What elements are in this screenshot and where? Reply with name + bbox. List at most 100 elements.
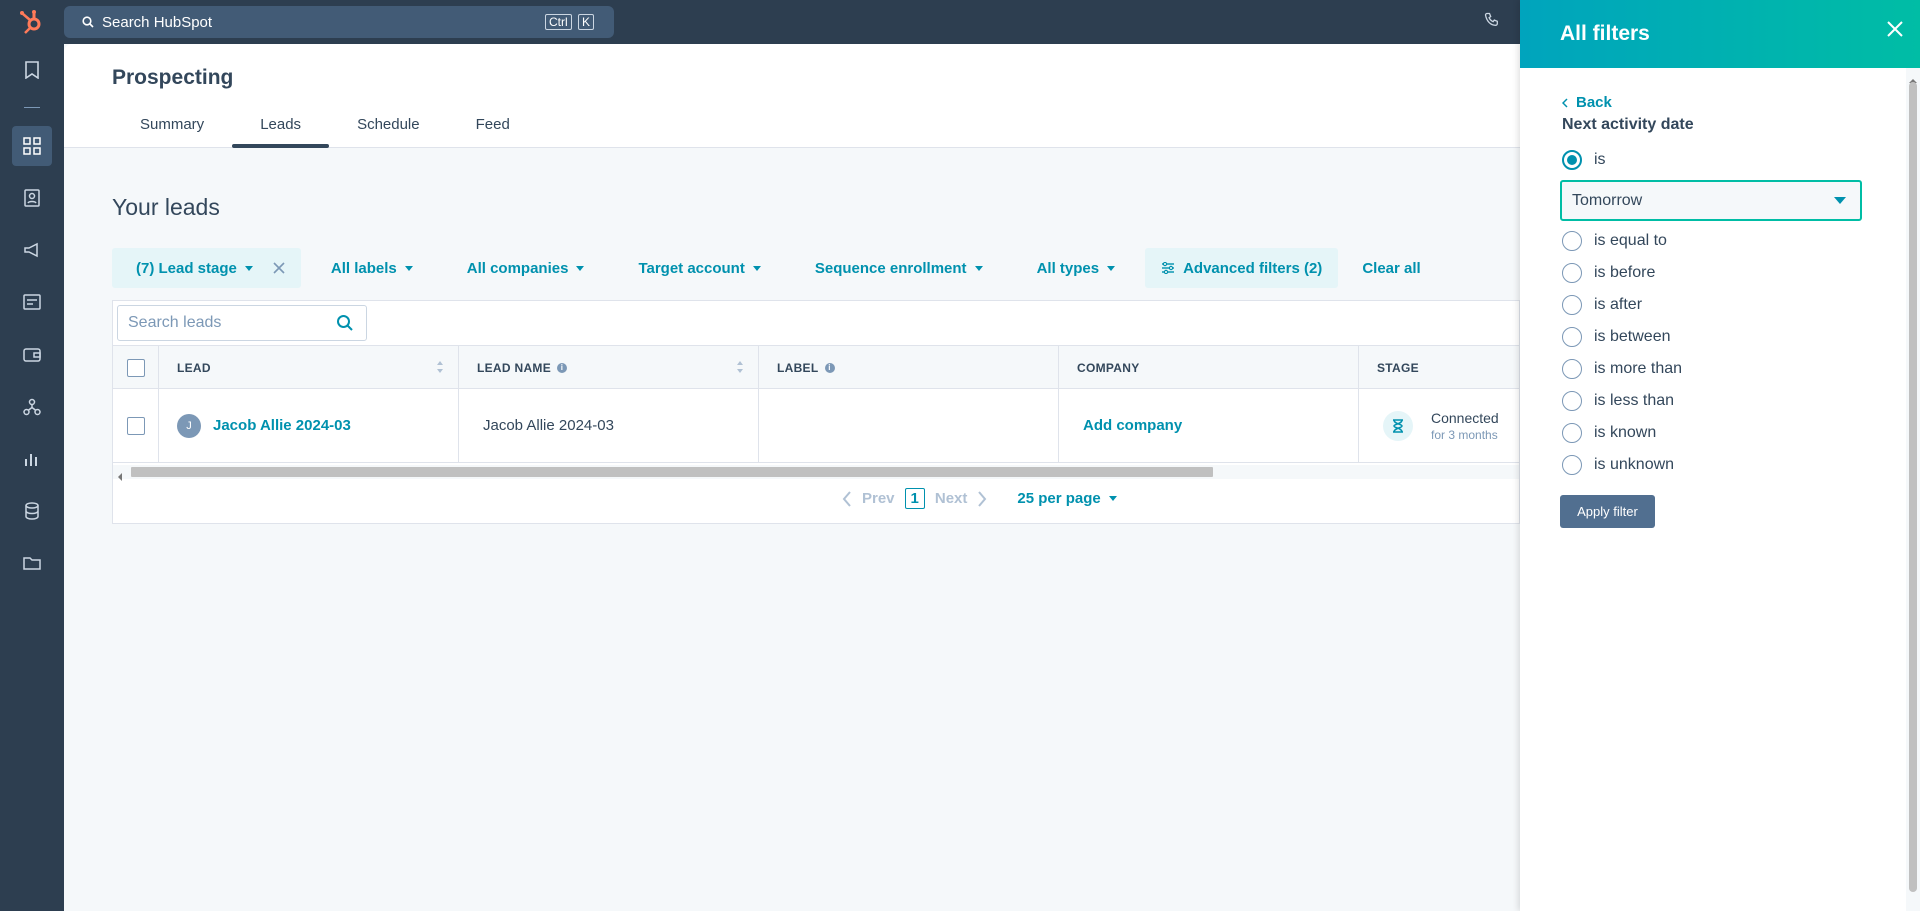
column-header-label[interactable]: LABEL i <box>759 346 1059 389</box>
types-filter[interactable]: All types <box>1021 248 1132 288</box>
option-is-less-than-label: is less than <box>1594 392 1675 409</box>
chevron-left-icon <box>1562 97 1568 108</box>
next-page-button[interactable]: Next <box>935 490 968 507</box>
current-page[interactable]: 1 <box>904 488 925 509</box>
caret-down-icon <box>576 265 585 271</box>
page-title: Prospecting <box>112 66 234 89</box>
column-header-lead-name[interactable]: LEAD NAME i <box>459 346 759 389</box>
left-nav <box>0 0 64 911</box>
scroll-left-icon[interactable] <box>117 468 123 486</box>
horizontal-scrollbar[interactable] <box>113 465 1519 481</box>
select-all-checkbox[interactable] <box>127 358 145 377</box>
sequence-filter-label: Sequence enrollment <box>814 259 967 277</box>
table-row[interactable]: J Jacob Allie 2024-03 Jacob Allie 2024-0… <box>113 389 1519 463</box>
all-filters-panel: All filters Back Next activity date is T… <box>1520 0 1920 911</box>
option-is-known-label: is known <box>1594 424 1657 441</box>
tab-leads[interactable]: Leads <box>232 112 329 148</box>
panel-scrollbar[interactable] <box>1906 68 1920 911</box>
clear-all-button[interactable]: Clear all <box>1346 248 1436 288</box>
lead-stage-filter-label: (7) Lead stage <box>136 259 237 277</box>
option-is-after[interactable]: is after <box>1562 295 1642 315</box>
info-icon[interactable]: i <box>824 362 835 373</box>
chevron-right-icon <box>977 490 987 507</box>
column-stage-label: STAGE <box>1377 360 1419 375</box>
target-account-filter[interactable]: Target account <box>622 248 776 288</box>
per-page-label: 25 per page <box>1017 490 1101 507</box>
apply-filter-button[interactable]: Apply filter <box>1560 495 1655 528</box>
content-icon[interactable] <box>20 290 44 314</box>
option-is-between[interactable]: is between <box>1562 327 1671 347</box>
close-icon[interactable] <box>1886 20 1904 43</box>
panel-scroll-thumb[interactable] <box>1909 82 1917 892</box>
sort-icon[interactable] <box>436 360 444 374</box>
option-is-before[interactable]: is before <box>1562 263 1655 283</box>
lead-link[interactable]: Jacob Allie 2024-03 <box>213 417 351 434</box>
search-icon <box>82 16 94 28</box>
tab-schedule[interactable]: Schedule <box>329 112 448 148</box>
info-icon[interactable]: i <box>557 362 568 373</box>
back-link[interactable]: Back <box>1562 94 1612 111</box>
back-label: Back <box>1576 94 1612 111</box>
search-leads-input[interactable]: Search leads <box>117 305 367 341</box>
radio-is-known[interactable] <box>1562 423 1582 443</box>
data-database-icon[interactable] <box>20 499 44 523</box>
library-folder-icon[interactable] <box>20 551 44 575</box>
radio-is-after[interactable] <box>1562 295 1582 315</box>
radio-is-less-than[interactable] <box>1562 391 1582 411</box>
row-checkbox[interactable] <box>127 416 145 435</box>
reports-chart-icon[interactable] <box>20 447 44 471</box>
page-header: Prospecting Summary Leads Schedule Feed <box>64 44 1520 148</box>
radio-is-between[interactable] <box>1562 327 1582 347</box>
tab-summary[interactable]: Summary <box>112 112 232 148</box>
search-icon[interactable] <box>336 314 354 337</box>
caret-down-icon <box>1107 265 1116 271</box>
labels-filter[interactable]: All labels <box>315 248 429 288</box>
column-header-company[interactable]: COMPANY <box>1059 346 1359 389</box>
prev-page-button[interactable]: Prev <box>862 490 895 507</box>
lead-stage-filter[interactable]: (7) Lead stage <box>112 248 301 288</box>
filter-bar: (7) Lead stage All labels All companies … <box>112 248 1459 288</box>
option-is-more-than[interactable]: is more than <box>1562 359 1682 379</box>
sequence-enrollment-filter[interactable]: Sequence enrollment <box>799 248 999 288</box>
option-is-known[interactable]: is known <box>1562 423 1656 443</box>
section-title: Your leads <box>112 194 220 220</box>
sort-icon[interactable] <box>736 360 744 374</box>
lead-cell: J Jacob Allie 2024-03 <box>159 389 459 462</box>
per-page-dropdown[interactable]: 25 per page <box>1017 490 1117 507</box>
global-search-input[interactable]: Search HubSpot Ctrl K <box>64 6 614 38</box>
dropdown-arrow-icon <box>1834 197 1846 204</box>
tab-feed[interactable]: Feed <box>448 112 538 148</box>
hubspot-logo-icon[interactable] <box>18 8 46 36</box>
caret-down-icon <box>752 265 761 271</box>
lead-name-cell: Jacob Allie 2024-03 <box>459 389 759 462</box>
bookmark-icon[interactable] <box>20 58 44 82</box>
add-company-link[interactable]: Add company <box>1083 417 1182 434</box>
option-is-more-than-label: is more than <box>1594 360 1683 377</box>
commerce-wallet-icon[interactable] <box>20 343 44 367</box>
column-header-stage[interactable]: STAGE <box>1359 346 1519 389</box>
clear-filter-x-icon[interactable] <box>273 262 285 274</box>
automation-icon[interactable] <box>20 395 44 419</box>
caret-down-icon <box>1108 496 1117 501</box>
nav-divider <box>24 107 40 108</box>
radio-is-more-than[interactable] <box>1562 359 1582 379</box>
radio-is-unknown[interactable] <box>1562 455 1582 475</box>
horizontal-scroll-thumb[interactable] <box>131 467 1213 477</box>
companies-filter[interactable]: All companies <box>451 248 601 288</box>
phone-icon[interactable] <box>1484 12 1500 33</box>
option-is-after-label: is after <box>1594 296 1643 313</box>
marketing-megaphone-icon[interactable] <box>20 238 44 262</box>
contacts-icon[interactable] <box>20 186 44 210</box>
column-header-lead[interactable]: LEAD <box>159 346 459 389</box>
option-is-equal-to[interactable]: is equal to <box>1562 231 1667 251</box>
option-is-unknown[interactable]: is unknown <box>1562 455 1674 475</box>
option-is-between-label: is between <box>1594 328 1671 345</box>
radio-is-before[interactable] <box>1562 263 1582 283</box>
option-is[interactable]: is <box>1562 150 1606 170</box>
advanced-filters-button[interactable]: Advanced filters (2) <box>1145 248 1339 288</box>
option-is-less-than[interactable]: is less than <box>1562 391 1674 411</box>
date-value-select[interactable]: Tomorrow <box>1560 180 1862 221</box>
radio-is[interactable] <box>1562 150 1582 170</box>
radio-is-equal-to[interactable] <box>1562 231 1582 251</box>
dashboard-icon[interactable] <box>12 126 52 166</box>
